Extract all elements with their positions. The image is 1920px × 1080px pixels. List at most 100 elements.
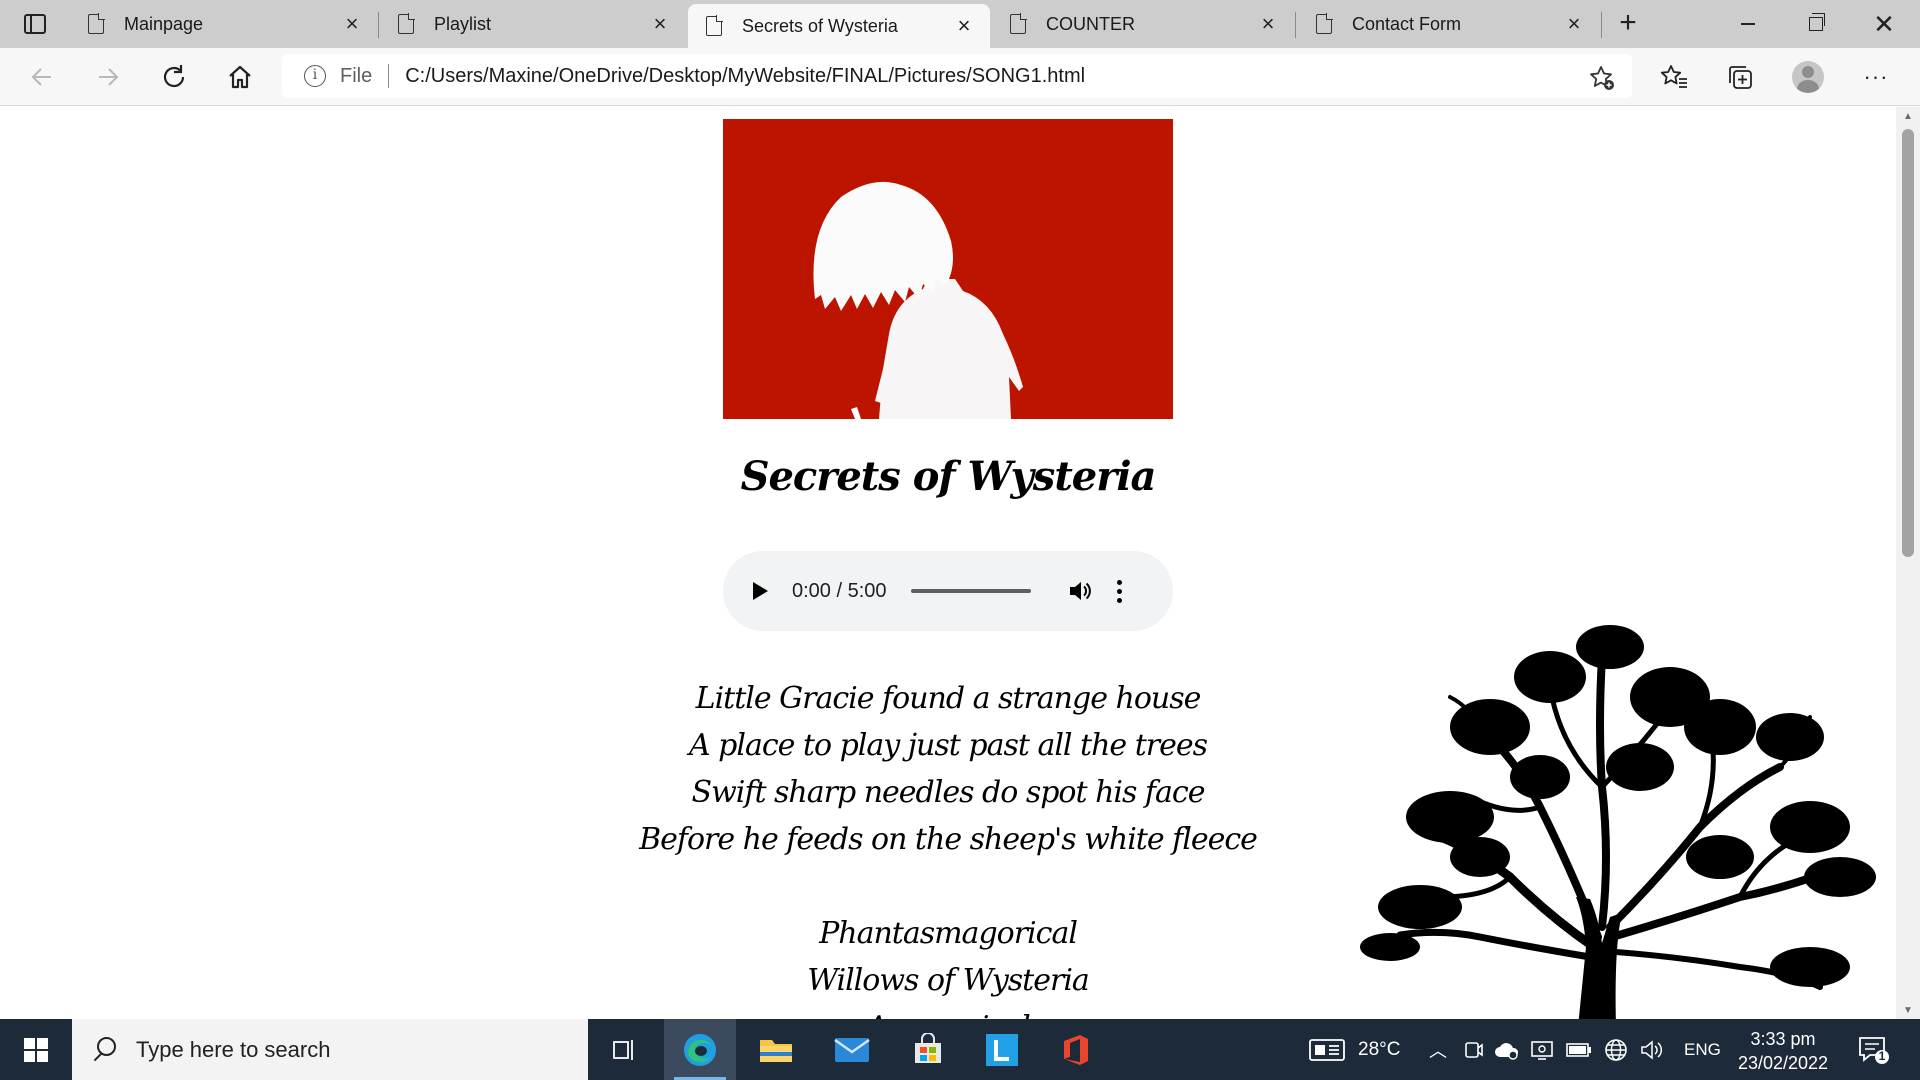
close-tab-icon[interactable]: × [1256, 11, 1280, 36]
address-separator [388, 64, 390, 88]
file-explorer-button[interactable] [740, 1019, 812, 1080]
audio-player[interactable]: 0:00 / 5:00 [723, 551, 1173, 631]
volume-icon[interactable] [1640, 1039, 1664, 1061]
close-tab-icon[interactable]: × [340, 11, 364, 36]
address-bar[interactable]: i File C:/Users/Maxine/OneDrive/Desktop/… [282, 54, 1632, 98]
chevron-up-icon[interactable]: ︿ [1426, 1037, 1450, 1063]
scheme-label: File [340, 64, 373, 87]
forward-button[interactable] [88, 57, 128, 97]
taskbar-search-box[interactable]: Type here to search [72, 1019, 588, 1080]
page-icon [1316, 13, 1333, 34]
battery-icon[interactable] [1566, 1042, 1592, 1058]
windows-logo-icon [24, 1037, 48, 1062]
clock-date: 23/02/2022 [1737, 1053, 1829, 1073]
restore-button[interactable] [1782, 0, 1850, 48]
search-icon [90, 1036, 116, 1063]
close-icon: ✕ [1873, 8, 1895, 39]
tab-separator [378, 12, 379, 38]
player-more-icon[interactable] [1116, 579, 1122, 603]
office-app-button[interactable] [1040, 1019, 1112, 1080]
volume-icon[interactable] [1067, 578, 1093, 604]
tab-title: Playlist [434, 13, 492, 34]
url-text[interactable]: C:/Users/Maxine/OneDrive/Desktop/MyWebsi… [405, 65, 1085, 88]
page-icon [706, 15, 723, 36]
office-icon [1064, 1034, 1088, 1065]
tab-playlist[interactable]: Playlist × [380, 0, 686, 48]
display-icon[interactable] [1530, 1039, 1554, 1061]
network-globe-icon[interactable] [1604, 1038, 1628, 1062]
new-tab-button[interactable]: + [1612, 8, 1644, 40]
system-tray: ︿ ENG [1426, 1019, 1721, 1080]
onedrive-icon[interactable] [1494, 1039, 1520, 1061]
close-window-button[interactable]: ✕ [1850, 0, 1918, 48]
weather-widget[interactable]: 28°C [1308, 1019, 1400, 1080]
tab-actions-icon[interactable] [14, 8, 56, 40]
favorites-button[interactable] [1654, 57, 1694, 97]
tab-title: Contact Form [1352, 13, 1462, 34]
meet-now-icon[interactable] [1464, 1039, 1484, 1061]
collections-icon [1729, 66, 1752, 89]
play-icon[interactable] [753, 582, 768, 600]
store-icon [915, 1032, 941, 1063]
tab-counter[interactable]: COUNTER × [992, 0, 1294, 48]
page-icon [1010, 13, 1027, 34]
close-tab-icon[interactable]: × [648, 11, 672, 36]
close-tab-icon[interactable]: × [1562, 11, 1586, 36]
page-icon [88, 13, 105, 34]
tab-contact-form[interactable]: Contact Form × [1298, 0, 1600, 48]
notification-center-button[interactable]: 1 [1858, 1035, 1889, 1064]
search-placeholder: Type here to search [136, 1036, 331, 1062]
tab-title: COUNTER [1046, 13, 1135, 34]
scroll-down-icon[interactable]: ▼ [1902, 1005, 1914, 1017]
task-view-button[interactable] [588, 1019, 660, 1080]
profile-button[interactable] [1788, 57, 1828, 97]
weather-temperature: 28°C [1358, 1038, 1401, 1060]
page-viewport: Secrets of Wysteria 0:00 / 5:00 Little G… [0, 107, 1896, 1019]
refresh-button[interactable] [154, 57, 194, 97]
mail-app-button[interactable] [816, 1019, 888, 1080]
edge-icon [684, 1033, 716, 1066]
minimize-button[interactable] [1714, 0, 1782, 48]
close-tab-icon[interactable]: × [952, 13, 976, 38]
task-view-icon [613, 1039, 633, 1060]
tree-silhouette-image [1340, 617, 1890, 1019]
album-cover-image [723, 119, 1173, 419]
page-icon [398, 13, 415, 34]
avatar [1792, 61, 1824, 93]
song-title: Secrets of Wysteria [740, 453, 1157, 500]
mail-icon [834, 1037, 870, 1062]
player-time: 0:00 / 5:00 [792, 579, 887, 602]
language-indicator[interactable]: ENG [1684, 1040, 1721, 1060]
more-icon: ··· [1863, 64, 1889, 89]
scroll-up-icon[interactable]: ▲ [1902, 111, 1914, 123]
forward-arrow-icon [99, 68, 119, 86]
notification-count: 1 [1878, 1049, 1886, 1063]
scroll-thumb[interactable] [1902, 129, 1914, 557]
restore-icon [1809, 13, 1825, 31]
clock-time: 3:33 pm [1750, 1029, 1816, 1049]
taskbar: Type here to search 28°C ︿ ENG 3:33 pm 2… [0, 1019, 1920, 1080]
vertical-scrollbar[interactable]: ▲ ▼ [1896, 107, 1920, 1019]
home-button[interactable] [220, 57, 260, 97]
tab-strip: Mainpage × Playlist × Secrets of Wysteri… [0, 0, 1920, 48]
tab-title: Secrets of Wysteria [742, 15, 898, 36]
l-app-button[interactable] [966, 1019, 1038, 1080]
tab-mainpage[interactable]: Mainpage × [70, 0, 378, 48]
l-app-icon [986, 1033, 1018, 1066]
collections-button[interactable] [1720, 57, 1760, 97]
site-info-icon[interactable]: i [304, 65, 326, 87]
taskbar-clock[interactable]: 3:33 pm 23/02/2022 [1720, 1027, 1846, 1075]
edge-app-button[interactable] [664, 1019, 736, 1080]
tab-title: Mainpage [124, 13, 204, 34]
microsoft-store-button[interactable] [892, 1019, 964, 1080]
add-favorite-icon[interactable] [1588, 64, 1616, 99]
favorites-icon [1660, 65, 1687, 88]
start-button[interactable] [0, 1019, 72, 1080]
home-icon [229, 65, 251, 89]
tab-secrets-of-wysteria[interactable]: Secrets of Wysteria × [688, 4, 990, 48]
tab-separator [1295, 12, 1296, 38]
refresh-icon [163, 65, 185, 88]
back-button[interactable] [22, 57, 62, 97]
settings-more-button[interactable]: ··· [1856, 57, 1896, 97]
seek-slider[interactable] [910, 589, 1031, 593]
